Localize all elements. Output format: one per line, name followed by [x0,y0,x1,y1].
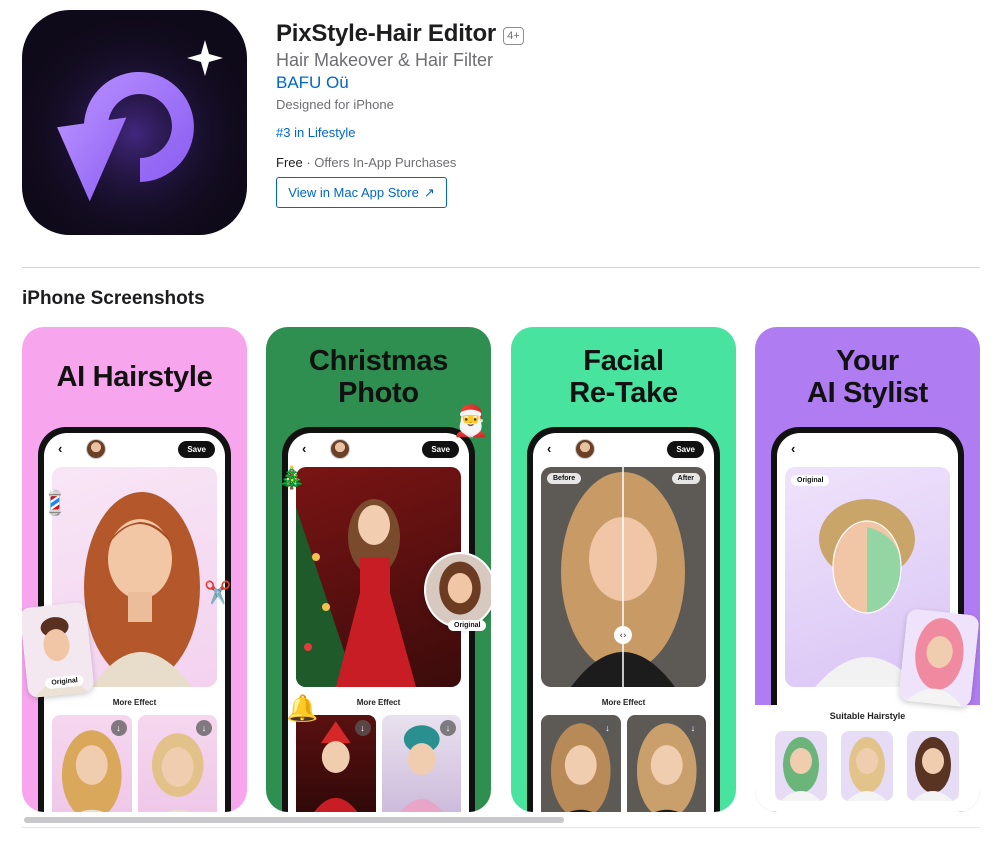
phone-topbar: ‹ [777,439,958,463]
effect-thumbnail: ↓ [541,715,621,812]
suitable-hairstyle-label: Suitable Hairstyle [829,711,906,721]
santa-icon: 🎅 [452,405,490,438]
effect-thumbnails: ↓ ↓ [52,715,217,812]
barber-pole-icon: 💈 [40,490,70,517]
phone-topbar: ‹ Save [533,439,714,463]
screenshot-heading-line2: Re-Take [569,377,678,409]
scrollbar-thumb[interactable] [24,817,564,823]
bottom-divider [22,827,980,828]
back-arrow-icon: ‹ [547,441,552,456]
screenshot-heading-line1: Facial [583,345,664,377]
category-rank-link[interactable]: #3 in Lifestyle [276,125,356,140]
phone-topbar: ‹ Save [288,439,469,463]
back-arrow-icon: ‹ [791,441,796,456]
external-link-icon: ↗ [423,184,435,200]
effect-thumbnails: ↓ ↓ [541,715,706,812]
original-tag: Original [791,475,830,486]
screenshot-ai-hairstyle[interactable]: AI Hairstyle ‹ Save More Effect ↓ ↓ Orig… [22,327,247,812]
designed-for-label: Designed for iPhone [276,97,394,112]
download-icon: ↓ [196,720,212,736]
effect-thumbnails: ↓ ↓ [296,715,461,812]
scissors-icon: ✂️ [204,580,232,605]
in-app-label: · Offers In-App Purchases [302,155,457,170]
download-icon: ↓ [440,720,456,736]
app-title: PixStyle-Hair Editor [276,20,497,47]
bell-icon: 🔔 [286,693,319,723]
app-icon [22,10,247,235]
age-rating-badge: 4+ [503,27,524,45]
download-icon: ↓ [354,720,371,736]
avatar [575,439,595,459]
phone-screen: ‹ Save ‹› Before After More Effect ↓ ↓ [533,433,714,812]
save-button: Save [422,441,459,458]
download-icon: ↓ [685,720,701,736]
price-label: Free [276,155,303,170]
before-tag: Before [547,473,582,484]
back-arrow-icon: ‹ [302,441,307,456]
effect-thumbnail: ↓ [52,715,132,812]
phone-topbar: ‹ Save [44,439,225,463]
view-in-mac-app-store-button[interactable]: View in Mac App Store ↗ [276,177,447,208]
svg-text:‹›: ‹› [619,631,626,641]
refresh-loop-icon [22,10,247,235]
original-photo-bubble [424,552,491,628]
back-arrow-icon: ‹ [58,441,63,456]
effect-thumbnail: ↓ [296,715,376,812]
suitable-hairstyle-panel: Suitable Hairstyle [755,705,980,812]
app-subtitle: Hair Makeover & Hair Filter [276,50,494,70]
hairstyle-option [841,731,893,801]
save-button: Save [178,441,215,458]
avatar [330,439,350,459]
screenshot-heading: AI Hairstyle [56,361,213,393]
screenshot-ai-stylist[interactable]: Your AI Stylist ‹ Original Suitable Hair… [755,327,980,812]
horizontal-scrollbar[interactable] [22,816,980,824]
screenshot-heading-line1: Christmas [308,345,449,377]
screenshot-facial-retake[interactable]: Facial Re-Take ‹ Save ‹› Before After Mo… [511,327,736,812]
effect-thumbnail: ↓ [137,715,217,812]
effect-thumbnail: ↓ [381,715,461,812]
after-tag: After [671,473,700,484]
download-icon: ↓ [110,720,127,736]
more-effect-label: More Effect [601,698,646,707]
title-row: PixStyle-Hair Editor 4+ [276,20,524,48]
hairstyle-option [907,731,959,801]
developer-link[interactable]: BAFU Oü [276,73,349,93]
phone-frame: ‹ Save ‹› Before After More Effect ↓ ↓ [527,427,720,812]
price-row: Free · Offers In-App Purchases [276,155,456,170]
screenshot-christmas-photo[interactable]: Christmas Photo ‹ Save More Effect ↓ ↓ O… [266,327,491,812]
view-button-label: View in Mac App Store [288,185,419,200]
original-tag: Original [448,620,487,631]
section-title: iPhone Screenshots [22,288,205,309]
divider [22,267,980,268]
download-icon: ↓ [599,720,616,736]
hairstyle-option [775,731,827,801]
save-button: Save [667,441,704,458]
screenshot-heading-line2: AI Stylist [806,377,929,409]
more-effect-label: More Effect [112,698,157,707]
original-photo-card: Original [22,601,95,699]
stylist-result-card [898,608,980,708]
christmas-tree-icon: 🎄 [278,465,306,490]
before-after-photo: ‹› Before After [541,467,706,687]
effect-thumbnail: ↓ [626,715,706,812]
screenshot-heading-line1: Your [836,345,899,377]
avatar [86,439,106,459]
